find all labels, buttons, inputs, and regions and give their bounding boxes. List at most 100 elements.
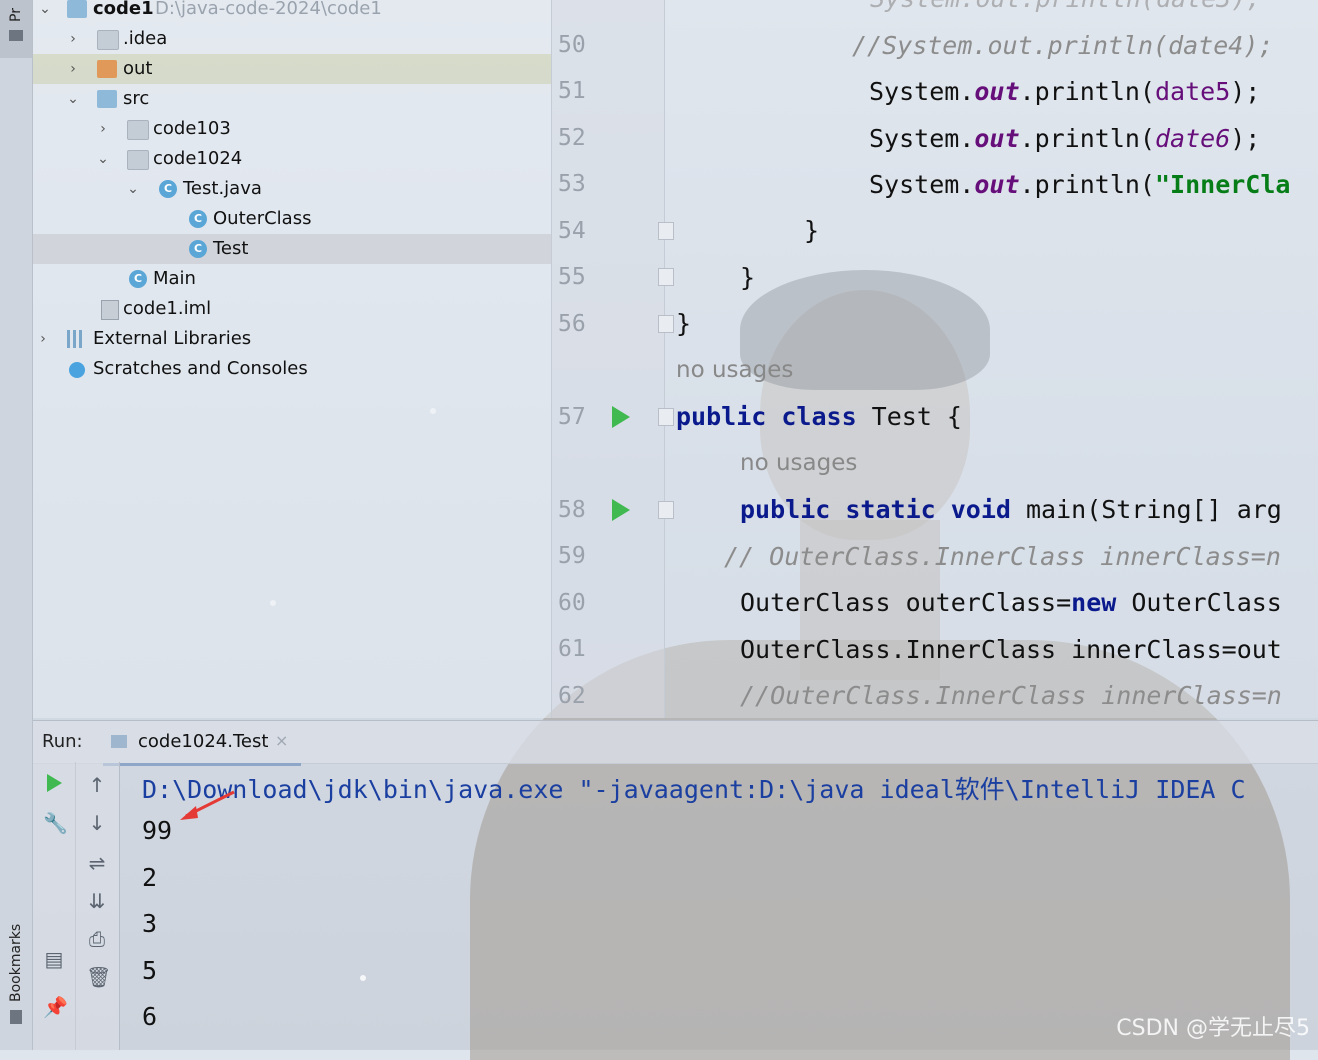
code-line-55: } — [740, 263, 756, 292]
code-line-49: System.out.println(date3); — [870, 0, 1261, 13]
chevron-down-icon[interactable]: ⌄ — [95, 144, 111, 174]
code-line-62: //OuterClass.InnerClass innerClass=n — [740, 681, 1282, 710]
code-line-54: } — [804, 216, 820, 245]
tree-item-label: code1.iml — [123, 298, 212, 319]
console-line: 3 — [142, 909, 158, 938]
soft-wrap-icon[interactable]: ⇌ — [86, 852, 108, 874]
code-line-61: OuterClass.InnerClass innerClass=out — [740, 635, 1282, 664]
tree-item-main[interactable]: C Main — [33, 264, 551, 294]
layout-icon[interactable]: ▤ — [43, 948, 65, 970]
tree-item-label: .idea — [123, 28, 168, 49]
scratches-icon — [69, 362, 85, 378]
tree-item-scratches[interactable]: Scratches and Consoles — [33, 354, 551, 384]
run-label: Run: — [42, 731, 83, 752]
close-icon[interactable]: × — [275, 731, 288, 750]
wrench-icon[interactable]: 🔧 — [43, 812, 68, 834]
line-number: 56 — [558, 311, 586, 337]
project-panel: ⌄ code1 D:\java-code-2024\code1 › .idea … — [33, 0, 552, 718]
tree-item-code1[interactable]: ⌄ code1 D:\java-code-2024\code1 — [33, 0, 551, 24]
chevron-down-icon[interactable]: ⌄ — [65, 84, 81, 114]
chevron-right-icon[interactable]: › — [65, 24, 81, 54]
run-main-icon[interactable] — [612, 499, 630, 521]
run-class-icon[interactable] — [612, 406, 630, 428]
console-output[interactable]: D:\Download\jdk\bin\java.exe "-javaagent… — [120, 762, 1318, 1050]
line-number: 57 — [558, 404, 586, 430]
watermark: CSDN @学无止尽5 — [1116, 1016, 1310, 1041]
fold-icon[interactable] — [658, 268, 674, 286]
run-config-icon — [111, 735, 127, 748]
tree-item-code1-iml[interactable]: code1.iml — [33, 294, 551, 324]
fold-icon[interactable] — [658, 315, 674, 333]
annotation-arrow-icon — [180, 790, 235, 820]
code-line-53: System.out.println("InnerCla — [869, 170, 1291, 199]
console-line: 6 — [142, 1002, 158, 1031]
print-icon[interactable]: ⎙ — [86, 928, 108, 950]
chevron-right-icon[interactable]: › — [95, 114, 111, 144]
folder-icon — [97, 60, 117, 78]
line-number: 59 — [558, 543, 586, 569]
folder-icon — [9, 30, 23, 41]
fold-icon[interactable] — [658, 501, 674, 519]
tree-item-label: OuterClass — [213, 208, 312, 229]
bookmark-icon[interactable] — [10, 1010, 22, 1024]
class-icon: C — [129, 270, 147, 288]
line-number: 61 — [558, 636, 586, 662]
line-number: 62 — [558, 683, 586, 709]
tree-item-outerclass[interactable]: C OuterClass — [33, 204, 551, 234]
line-number: 54 — [558, 218, 586, 244]
trash-icon[interactable]: 🗑 — [86, 966, 111, 988]
tree-item-test[interactable]: C Test — [33, 234, 551, 264]
package-icon — [127, 150, 149, 170]
tree-item-label: out — [123, 58, 153, 79]
arrow-down-icon[interactable]: ↓ — [86, 812, 108, 834]
rerun-icon[interactable] — [47, 774, 62, 792]
arrow-up-icon[interactable]: ↑ — [86, 774, 108, 796]
tree-item-src[interactable]: ⌄ src — [33, 84, 551, 114]
tree-item-out[interactable]: › out — [33, 54, 551, 84]
module-folder-icon — [67, 0, 87, 18]
tree-item-external-libraries[interactable]: › External Libraries — [33, 324, 551, 354]
fold-icon[interactable] — [658, 408, 674, 426]
run-tab-label: code1024.Test — [138, 731, 269, 752]
usages-hint[interactable]: no usages — [676, 357, 793, 383]
tree-item-label: code103 — [153, 118, 231, 139]
tree-item-label: Scratches and Consoles — [93, 358, 308, 379]
tree-item-label: code1 — [93, 0, 154, 19]
code-editor[interactable]: 50 51 52 53 54 55 56 57 58 59 60 61 62 S… — [552, 0, 1318, 718]
code-line-52: System.out.println(date6); — [869, 124, 1261, 153]
console-line: 99 — [142, 816, 173, 845]
line-number: 50 — [558, 32, 586, 58]
code-line-59: // OuterClass.InnerClass innerClass=n — [724, 542, 1281, 571]
project-tool-tab[interactable]: Pr — [0, 0, 32, 58]
fold-icon[interactable] — [658, 222, 674, 240]
scroll-to-end-icon[interactable]: ⇊ — [86, 890, 108, 912]
tree-item-label: External Libraries — [93, 328, 252, 349]
chevron-down-icon[interactable]: ⌄ — [37, 0, 53, 24]
tree-item-label: code1024 — [153, 148, 243, 169]
folder-icon — [97, 30, 119, 50]
tree-item-code103[interactable]: › code103 — [33, 114, 551, 144]
tree-item-label: Test.java — [183, 178, 262, 199]
tree-item-code1024[interactable]: ⌄ code1024 — [33, 144, 551, 174]
pin-icon[interactable]: 📌 — [43, 996, 68, 1018]
library-icon — [67, 330, 85, 348]
run-tab[interactable]: code1024.Test × — [103, 721, 301, 766]
line-number: 51 — [558, 78, 586, 104]
code-line-51: System.out.println(date5); — [869, 77, 1261, 106]
code-line-60: OuterClass outerClass=new OuterClass — [740, 588, 1282, 617]
chevron-right-icon[interactable]: › — [65, 54, 81, 84]
java-file-icon: C — [159, 180, 177, 198]
chevron-down-icon[interactable]: ⌄ — [125, 174, 141, 204]
tree-item-idea[interactable]: › .idea — [33, 24, 551, 54]
chevron-right-icon[interactable]: › — [35, 324, 51, 354]
run-panel-header: Run: code1024.Test × — [33, 720, 1318, 766]
tree-item-label: Main — [153, 268, 196, 289]
class-icon: C — [189, 210, 207, 228]
code-line-57: public class Test { — [676, 402, 962, 431]
usages-hint[interactable]: no usages — [740, 450, 857, 476]
console-command-line: D:\Download\jdk\bin\java.exe "-javaagent… — [142, 775, 1246, 804]
line-number: 53 — [558, 171, 586, 197]
tree-item-test-java[interactable]: ⌄ C Test.java — [33, 174, 551, 204]
bookmarks-tab[interactable]: Bookmarks — [8, 924, 24, 1002]
line-number: 58 — [558, 497, 586, 523]
